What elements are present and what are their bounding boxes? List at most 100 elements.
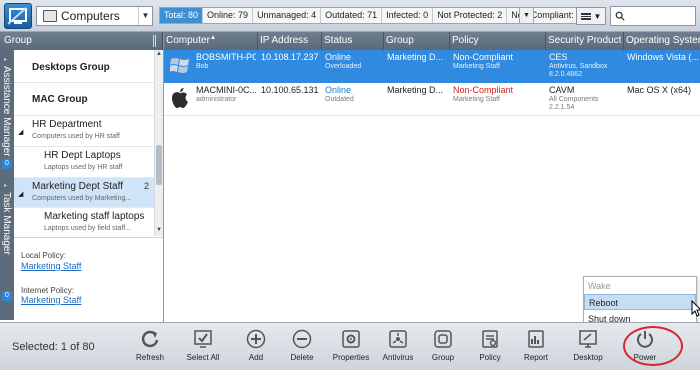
group-list-scrollbar[interactable]: ▲ ▼	[154, 50, 163, 236]
antivirus-icon	[389, 330, 407, 348]
search-input[interactable]	[627, 10, 695, 22]
security-product: CAVM	[549, 85, 575, 95]
properties-button-label: Properties	[332, 353, 370, 362]
add-button[interactable]: Add	[234, 329, 278, 367]
app-logo-icon[interactable]	[4, 3, 32, 29]
policy-status: Non-Compliant	[453, 85, 514, 95]
assistance-count-badge: 0	[2, 159, 12, 169]
expand-arrow-icon[interactable]: ◢	[18, 190, 23, 198]
policy-name: Marketing Staff	[453, 96, 500, 103]
delete-icon	[292, 329, 312, 349]
table-row[interactable]: MACMINI-0C... administrator 10.100.65.13…	[164, 83, 700, 116]
column-header-status[interactable]: Status	[322, 32, 384, 50]
table-row[interactable]: BOBSMITH-PC Bob 10.108.17.237 Online Ove…	[164, 50, 700, 83]
chevron-right-icon: ▸	[4, 57, 8, 63]
ip-address: 10.108.17.237	[261, 52, 319, 62]
computer-user: Bob	[196, 63, 209, 70]
panel-resize-handle[interactable]	[153, 35, 156, 47]
report-icon	[528, 330, 544, 348]
menu-item-wake[interactable]: Wake	[584, 278, 696, 294]
top-bar: Computers ▼ Total: 80 Online: 79 Unmanag…	[0, 0, 700, 32]
list-icon	[580, 12, 591, 20]
desktop-button-label: Desktop	[573, 353, 603, 362]
column-header-policy[interactable]: Policy	[450, 32, 546, 50]
report-button-label: Report	[523, 353, 548, 362]
group-item-marketing-laptops[interactable]: Marketing staff laptops Laptops used by …	[14, 208, 154, 236]
policy-button[interactable]: Policy	[468, 329, 512, 367]
group-item-desktops[interactable]: Desktops Group	[14, 50, 154, 83]
search-box[interactable]	[610, 6, 696, 26]
group-item-description: Laptops used by HR staff	[44, 164, 123, 171]
group-item-hr-department[interactable]: ◢ HR Department Computers used by HR sta…	[14, 116, 154, 147]
desktop-button[interactable]: Desktop	[566, 329, 610, 367]
column-header-computer[interactable]: Computer ▲	[164, 32, 258, 50]
chevron-down-icon: ▼	[138, 7, 152, 25]
internet-policy-link[interactable]: Marketing Staff	[21, 295, 81, 305]
properties-button[interactable]: Properties	[329, 329, 373, 367]
group-item-label: Marketing staff laptops	[44, 211, 145, 222]
delete-button[interactable]: Delete	[280, 329, 324, 367]
group-item-marketing-dept[interactable]: ◢ Marketing Dept Staff Computers used by…	[14, 178, 154, 208]
highlight-circle	[623, 326, 683, 366]
group-item-description: Computers used by HR staff	[32, 133, 120, 140]
security-product-components: Antivirus, Sandbox	[549, 63, 608, 70]
bottom-toolbar: Selected: 1 of 80 Refresh Select All Add…	[0, 322, 700, 370]
select-all-button[interactable]: Select All	[181, 329, 225, 367]
group-item-mac[interactable]: MAC Group	[14, 83, 154, 116]
tab-task-manager[interactable]: ▸ Task Manager 0	[0, 178, 14, 301]
group-item-label: Desktops Group	[32, 62, 110, 73]
ip-address: 10.100.65.131	[261, 85, 319, 95]
group-item-hr-laptops[interactable]: HR Dept Laptops Laptops used by HR staff	[14, 147, 154, 178]
selection-count: Selected: 1 of 80	[12, 341, 95, 353]
column-header-ip[interactable]: IP Address	[258, 32, 322, 50]
group-button[interactable]: Group	[421, 329, 465, 367]
menu-item-reboot[interactable]: Reboot	[584, 294, 696, 310]
filter-unmanaged[interactable]: Unmanaged: 4	[253, 8, 322, 23]
computer-name: BOBSMITH-PC	[196, 52, 256, 62]
scrollbar-thumb[interactable]	[156, 145, 162, 185]
local-policy-link[interactable]: Marketing Staff	[21, 261, 81, 271]
column-header-group[interactable]: Group	[384, 32, 450, 50]
refresh-button-label: Refresh	[135, 353, 164, 362]
filter-outdated[interactable]: Outdated: 71	[321, 8, 383, 23]
group-item-label: Marketing Dept Staff	[32, 181, 123, 192]
antivirus-button[interactable]: Antivirus	[376, 329, 420, 367]
tab-assistance-manager-label: Assistance Manager	[1, 66, 12, 157]
search-icon	[615, 11, 625, 21]
operating-system: Mac OS X (x64)	[627, 85, 692, 95]
group-icon	[434, 330, 452, 348]
delete-button-label: Delete	[290, 353, 314, 362]
chevron-down-icon: ▼	[593, 11, 602, 21]
select-all-icon	[194, 330, 212, 348]
tab-assistance-manager[interactable]: ▸ Assistance Manager 0	[0, 50, 14, 170]
column-options-button[interactable]: ▼	[576, 7, 606, 25]
filter-online[interactable]: Online: 79	[203, 8, 254, 23]
chevron-right-icon: ▸	[4, 183, 8, 189]
internet-policy-label: Internet Policy:	[21, 286, 74, 295]
status-detail: Outdated	[325, 96, 354, 103]
desktop-icon	[579, 330, 597, 348]
group-item-description: Laptops used by field staff...	[44, 225, 132, 232]
scroll-up-icon[interactable]: ▲	[155, 51, 163, 60]
column-header-security-product[interactable]: Security Product	[546, 32, 624, 50]
view-select[interactable]: Computers ▼	[36, 6, 153, 26]
filter-total[interactable]: Total: 80	[160, 8, 204, 23]
filter-not-protected[interactable]: Not Protected: 2	[433, 8, 508, 23]
group-panel-title: Group	[4, 35, 32, 46]
column-header-os[interactable]: Operating System	[624, 32, 700, 50]
properties-icon	[342, 330, 360, 348]
filter-infected[interactable]: Infected: 0	[382, 8, 434, 23]
view-select-label: Computers	[61, 9, 120, 23]
group-item-count: 2	[143, 181, 149, 191]
policy-status: Non-Compliant	[453, 52, 514, 62]
windows-icon	[170, 58, 189, 73]
refresh-button[interactable]: Refresh	[128, 329, 172, 367]
report-button[interactable]: Report	[514, 329, 558, 367]
filter-dropdown-button[interactable]: ▼	[519, 7, 534, 24]
tab-task-manager-label: Task Manager	[1, 192, 12, 255]
group-item-label: HR Department	[32, 119, 102, 130]
scroll-down-icon[interactable]: ▼	[155, 227, 163, 236]
security-product: CES	[549, 52, 568, 62]
security-product-version: 2.2.1.54	[549, 104, 575, 111]
expand-arrow-icon[interactable]: ◢	[18, 128, 23, 136]
